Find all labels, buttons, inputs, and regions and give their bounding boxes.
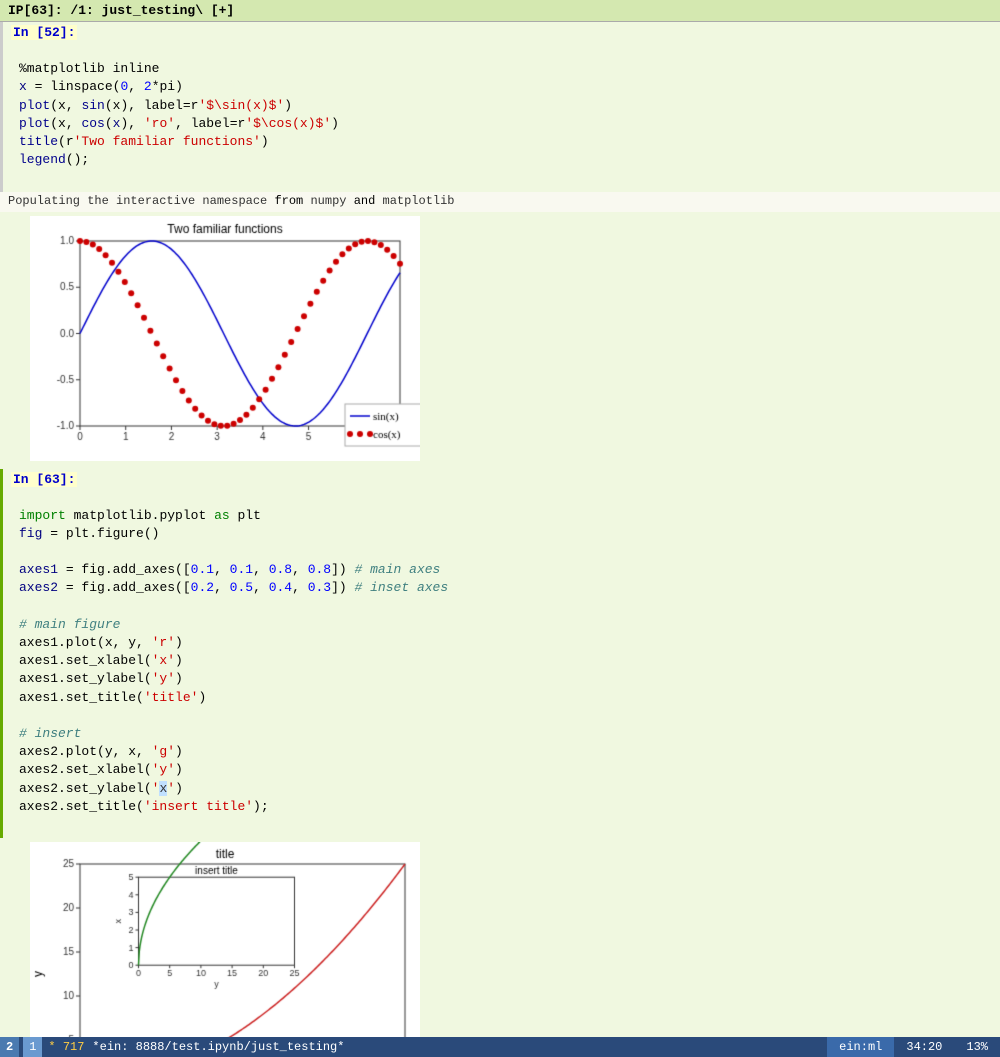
status-percent: 13%	[954, 1037, 1000, 1057]
status-notebook: *ein: 8888/test.ipynb/just_testing*	[88, 1040, 827, 1054]
status-modified: * 717	[48, 1040, 84, 1054]
cell63-code[interactable]: import matplotlib.pyplot as plt fig = pl…	[19, 489, 992, 835]
title-text: IP[63]: /1: just_testing\ [+]	[8, 3, 234, 18]
plot1-canvas	[30, 216, 420, 461]
status-num2: 1	[23, 1037, 42, 1057]
status-num1: 2	[0, 1037, 19, 1057]
title-bar: IP[63]: /1: just_testing\ [+]	[0, 0, 1000, 22]
cell52-label: In [52]:	[11, 25, 77, 40]
notebook-area: IP[63]: /1: just_testing\ [+] In [52]: %…	[0, 0, 1000, 1037]
cell63-label: In [63]:	[11, 472, 77, 487]
status-bar: 2 1 * 717 *ein: 8888/test.ipynb/just_tes…	[0, 1037, 1000, 1057]
status-mode: ein:ml	[827, 1037, 894, 1057]
cell52-code[interactable]: %matplotlib inline x = linspace(0, 2*pi)…	[19, 42, 992, 188]
plot2-canvas	[30, 842, 420, 1037]
cell52-output: Populating the interactive namespace fro…	[0, 192, 1000, 212]
plot2-container	[0, 838, 1000, 1037]
status-position: 34:20	[894, 1037, 954, 1057]
plot1-container	[0, 212, 1000, 469]
output-text: Populating the interactive namespace fro…	[8, 194, 455, 208]
